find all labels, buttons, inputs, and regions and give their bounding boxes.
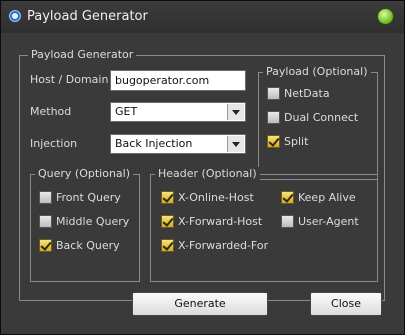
- checkbox-checked-icon[interactable]: [161, 191, 174, 204]
- host-input[interactable]: [110, 70, 246, 91]
- checkbox-label: X-Forwarded-For: [178, 239, 269, 252]
- checkbox-unchecked-icon[interactable]: [281, 215, 294, 228]
- payload-optional-group: Payload (Optional) NetData Dual Connect …: [258, 65, 378, 180]
- checkbox-label: NetData: [284, 87, 330, 100]
- injection-select[interactable]: Back Injection: [110, 134, 246, 154]
- query-optional-group: Query (Optional) Front Query Middle Quer…: [30, 167, 140, 282]
- method-value: GET: [115, 105, 138, 118]
- checkbox-checked-icon[interactable]: [39, 239, 52, 252]
- payload-generator-window: Payload Generator Payload Generator Host…: [0, 0, 405, 335]
- app-icon: [9, 10, 21, 22]
- generate-button[interactable]: Generate: [132, 292, 268, 316]
- checkbox-label: Middle Query: [56, 215, 130, 228]
- checkbox-unchecked-icon[interactable]: [39, 215, 52, 228]
- checkbox-label: X-Forward-Host: [178, 215, 263, 228]
- query-optional-legend: Query (Optional): [35, 167, 134, 181]
- checkbox-checked-icon[interactable]: [161, 239, 174, 252]
- host-label: Host / Domain: [30, 73, 109, 86]
- checkbox-label: Dual Connect: [284, 111, 359, 124]
- chevron-down-icon[interactable]: [227, 104, 244, 120]
- header-optional-group: Header (Optional) X-Online-Host Keep Ali…: [150, 167, 378, 282]
- checkbox-label: Back Query: [56, 239, 120, 252]
- injection-label: Injection: [30, 137, 78, 150]
- payload-generator-legend: Payload Generator: [28, 48, 137, 62]
- checkbox-label: X-Online-Host: [178, 191, 254, 204]
- title-bar[interactable]: Payload Generator: [1, 1, 404, 33]
- window-close-button[interactable]: [377, 8, 394, 25]
- injection-value: Back Injection: [115, 137, 193, 150]
- dialog-body: Payload Generator Host / Domain Method G…: [7, 33, 398, 329]
- method-select[interactable]: GET: [110, 102, 246, 122]
- checkbox-label: Split: [284, 135, 309, 148]
- payload-optional-legend: Payload (Optional): [263, 65, 371, 79]
- chevron-down-icon[interactable]: [227, 136, 244, 152]
- method-label: Method: [30, 105, 72, 118]
- window-title: Payload Generator: [27, 9, 148, 24]
- close-button[interactable]: Close: [310, 292, 382, 316]
- checkbox-label: Keep Alive: [298, 191, 356, 204]
- checkbox-checked-icon[interactable]: [281, 191, 294, 204]
- checkbox-checked-icon[interactable]: [267, 135, 280, 148]
- checkbox-label: User-Agent: [298, 215, 359, 228]
- header-optional-legend: Header (Optional): [155, 167, 260, 181]
- checkbox-unchecked-icon[interactable]: [267, 111, 280, 124]
- checkbox-unchecked-icon[interactable]: [39, 191, 52, 204]
- payload-generator-group: Payload Generator Host / Domain Method G…: [19, 48, 385, 316]
- checkbox-label: Front Query: [56, 191, 121, 204]
- checkbox-unchecked-icon[interactable]: [267, 87, 280, 100]
- checkbox-checked-icon[interactable]: [161, 215, 174, 228]
